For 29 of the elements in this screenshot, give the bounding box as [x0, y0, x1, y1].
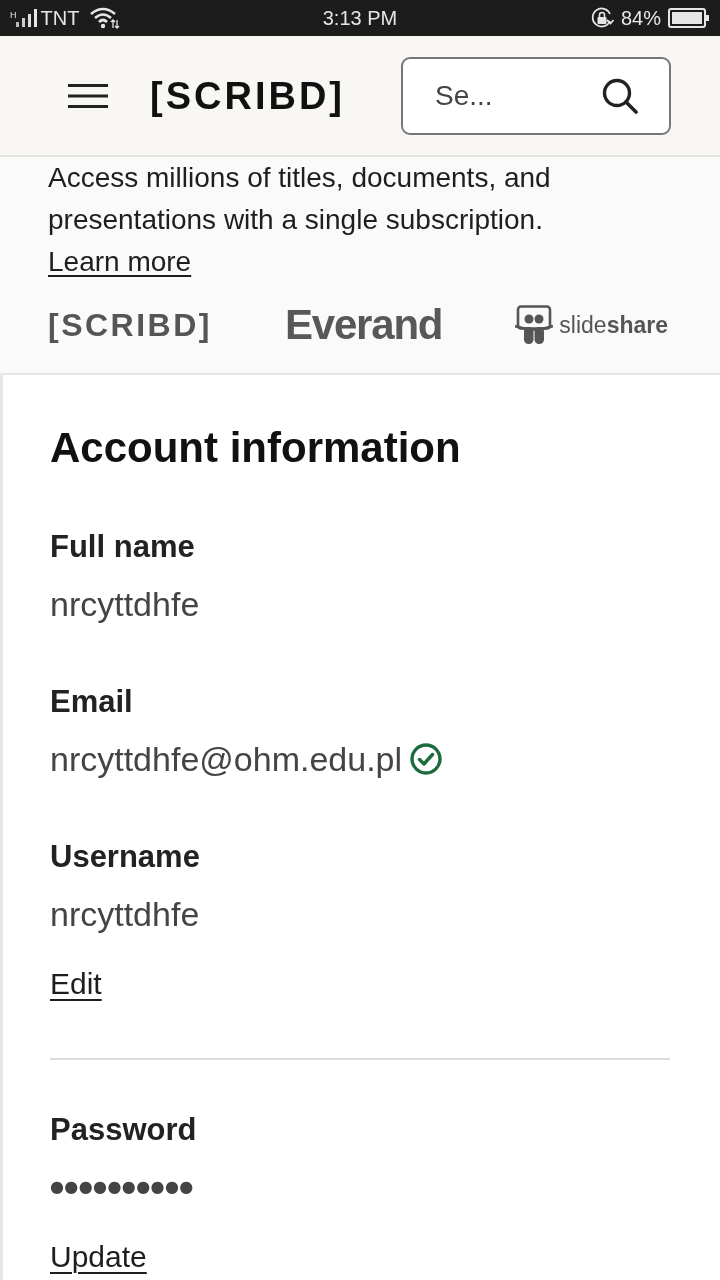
rotation-lock-icon — [589, 6, 614, 30]
search-icon[interactable] — [602, 77, 638, 114]
promo-text: Access millions of titles, documents, and presentations with a single subscription. Learn more — [48, 161, 552, 279]
wifi-icon — [90, 7, 121, 29]
field-value: nrcyttdhfe@ohm.edu.pl — [50, 739, 403, 780]
search-field[interactable]: Se... — [401, 56, 671, 135]
logo-icon — [515, 305, 554, 345]
section-title: Account information — [50, 423, 462, 473]
field-value: nrcyttdhfe — [50, 894, 200, 935]
signal-icon — [15, 9, 38, 27]
brand-logo: [SCRIBD] — [48, 306, 212, 344]
brand-logo: slideshare — [559, 311, 668, 339]
field-label: Full name — [50, 529, 196, 565]
site-logo[interactable]: [SCRIBD] — [150, 71, 345, 120]
brand-logo: Everand — [284, 301, 443, 349]
menu-icon[interactable] — [68, 83, 108, 108]
masked-password: ●●●●●●●●●● — [50, 1176, 194, 1198]
field-label: Email — [50, 684, 134, 720]
battery-icon — [668, 8, 710, 28]
battery-percent: 84% — [620, 6, 661, 30]
learn-more-link[interactable]: Learn more — [48, 246, 192, 277]
network-type: H — [10, 11, 17, 20]
status-time: 3:13 PM — [322, 6, 398, 30]
field-label: Username — [50, 839, 201, 875]
carrier-name: TNT — [40, 6, 80, 30]
field-label: Password — [50, 1112, 198, 1148]
edit-link[interactable]: Edit — [50, 966, 102, 1002]
update-link[interactable]: Update — [50, 1239, 147, 1275]
field-value: nrcyttdhfe — [50, 584, 200, 625]
